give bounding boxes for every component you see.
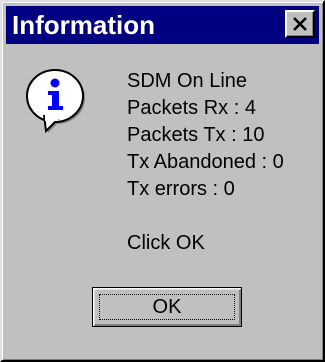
message-line-packets-tx: Packets Tx : 10 (127, 124, 265, 146)
ok-button[interactable]: OK (92, 287, 242, 327)
close-button[interactable] (285, 10, 315, 38)
information-icon (26, 69, 85, 134)
message-line-packets-rx: Packets Rx : 4 (127, 97, 256, 119)
message-line-tx-abandoned: Tx Abandoned : 0 (127, 151, 284, 173)
ok-button-label: OK (152, 295, 182, 318)
title-bar[interactable]: Information (6, 6, 319, 44)
message-prompt: Click OK (127, 232, 205, 254)
information-dialog: Information SDM On Line Packets Rx : 4 P… (0, 0, 325, 362)
message-line-tx-errors: Tx errors : 0 (127, 178, 235, 200)
message-spacer (127, 203, 284, 230)
close-icon (293, 17, 307, 31)
message-text: SDM On Line Packets Rx : 4 Packets Tx : … (127, 68, 284, 257)
dialog-title: Information (12, 10, 155, 40)
message-line-status: SDM On Line (127, 70, 248, 92)
